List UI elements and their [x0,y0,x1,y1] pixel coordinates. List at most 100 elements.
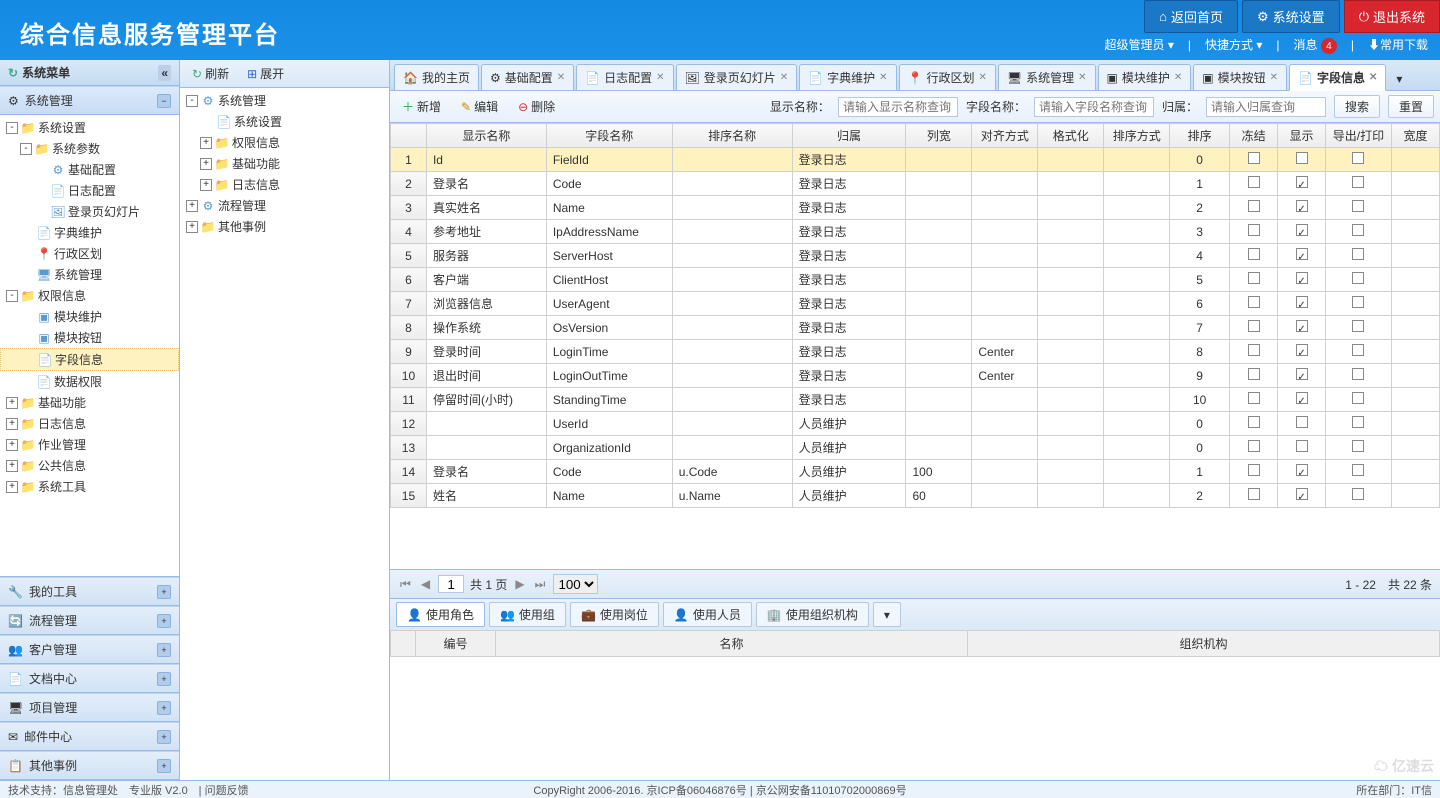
expand-icon[interactable]: - [6,290,18,302]
checkbox[interactable] [1352,248,1364,260]
tree-node[interactable]: +📁基础功能 [180,153,389,174]
expand-icon[interactable]: + [157,730,171,744]
checkbox[interactable] [1248,248,1260,260]
col-header[interactable]: 排序方式 [1104,124,1170,148]
checkbox[interactable] [1352,176,1364,188]
checkbox[interactable] [1296,440,1308,452]
close-icon[interactable]: ✕ [1078,72,1086,83]
checkbox[interactable] [1248,440,1260,452]
expand-icon[interactable]: + [200,158,212,170]
close-icon[interactable]: ✕ [978,72,986,83]
search-display-name[interactable] [838,97,958,117]
bottom-tab[interactable]: 👥使用组 [489,602,566,627]
col-header[interactable]: 冻结 [1230,124,1278,148]
table-row[interactable]: 8操作系统OsVersion登录日志7 [391,316,1440,340]
expand-icon[interactable]: + [6,418,18,430]
checkbox[interactable] [1352,272,1364,284]
checkbox[interactable] [1352,296,1364,308]
accordion-item[interactable]: 📄文档中心+ [0,664,179,693]
checkbox[interactable] [1248,200,1260,212]
tab[interactable]: ▣模块维护✕ [1098,64,1192,90]
checkbox[interactable] [1352,320,1364,332]
expand-icon[interactable]: + [6,481,18,493]
close-icon[interactable]: ✕ [879,72,887,83]
table-row[interactable]: 11停留时间(小时)StandingTime登录日志10 [391,388,1440,412]
col-header[interactable]: 列宽 [906,124,972,148]
table-row[interactable]: 6客户端ClientHost登录日志5 [391,268,1440,292]
table-row[interactable]: 4参考地址IpAddressName登录日志3 [391,220,1440,244]
accordion-system[interactable]: ⚙ 系统管理 − [0,86,179,115]
add-button[interactable]: ＋新增 [396,96,447,117]
checkbox[interactable] [1352,392,1364,404]
tab[interactable]: ⚙基础配置✕ [481,64,574,90]
tree-node[interactable]: +📁日志信息 [0,413,179,434]
checkbox[interactable] [1352,344,1364,356]
table-row[interactable]: 7浏览器信息UserAgent登录日志6 [391,292,1440,316]
search-field-name[interactable] [1034,97,1154,117]
col-header[interactable]: 排序 [1170,124,1230,148]
expand-icon[interactable]: + [200,137,212,149]
page-input[interactable] [438,575,464,593]
col-header[interactable]: 排序名称 [672,124,792,148]
tree-node[interactable]: +📁公共信息 [0,455,179,476]
table-row[interactable]: 5服务器ServerHost登录日志4 [391,244,1440,268]
checkbox[interactable] [1352,488,1364,500]
checkbox[interactable] [1296,416,1308,428]
checkbox[interactable] [1296,464,1308,476]
checkbox[interactable] [1248,368,1260,380]
exit-button[interactable]: ⏻退出系统 [1344,0,1440,33]
refresh-button[interactable]: ↻刷新 [186,63,235,84]
user-role[interactable]: 超级管理员 ▾ [1104,36,1173,53]
close-icon[interactable]: ✕ [557,72,565,83]
tab-menu-icon[interactable]: ▾ [1388,68,1410,90]
page-size-select[interactable]: 100 [553,574,598,594]
expand-icon[interactable]: + [157,759,171,773]
tree-node[interactable]: -⚙系统管理 [180,90,389,111]
checkbox[interactable] [1248,320,1260,332]
page-first-icon[interactable]: ⏮ [398,577,413,592]
search-category[interactable] [1206,97,1326,117]
col-header[interactable]: 格式化 [1038,124,1104,148]
settings-button[interactable]: ⚙系统设置 [1242,0,1340,33]
expand-button[interactable]: ⊞展开 [241,63,290,84]
tree-node[interactable]: +📁其他事例 [180,216,389,237]
checkbox[interactable] [1248,152,1260,164]
page-last-icon[interactable]: ⏭ [533,577,548,592]
tab[interactable]: 📄字典维护✕ [799,64,896,90]
delete-button[interactable]: ⊖删除 [512,96,561,117]
checkbox[interactable] [1296,344,1308,356]
col-header[interactable]: 归属 [792,124,906,148]
expand-icon[interactable]: + [157,643,171,657]
expand-icon[interactable]: + [157,614,171,628]
checkbox[interactable] [1296,224,1308,236]
expand-icon[interactable]: + [6,460,18,472]
checkbox[interactable] [1352,416,1364,428]
checkbox[interactable] [1296,200,1308,212]
home-button[interactable]: ⌂返回首页 [1144,0,1238,33]
table-row[interactable]: 1IdFieldId登录日志0 [391,148,1440,172]
accordion-item[interactable]: 👥客户管理+ [0,635,179,664]
bottom-tab[interactable]: 👤使用人员 [663,602,752,627]
checkbox[interactable] [1248,416,1260,428]
checkbox[interactable] [1352,200,1364,212]
accordion-item[interactable]: 🖥项目管理+ [0,693,179,722]
checkbox[interactable] [1248,392,1260,404]
checkbox[interactable] [1296,248,1308,260]
close-icon[interactable]: ✕ [780,72,788,83]
accordion-item[interactable]: 📋其他事例+ [0,751,179,780]
checkbox[interactable] [1248,224,1260,236]
tree-node[interactable]: 🖼登录页幻灯片 [0,201,179,222]
bottom-tab[interactable]: 💼使用岗位 [570,602,659,627]
expand-icon[interactable]: + [186,221,198,233]
checkbox[interactable] [1352,224,1364,236]
page-next-icon[interactable]: ▶ [513,577,526,591]
checkbox[interactable] [1296,320,1308,332]
tab[interactable]: 📄日志配置✕ [576,64,673,90]
tree-node[interactable]: 📄日志配置 [0,180,179,201]
tree-node[interactable]: +⚙流程管理 [180,195,389,216]
expand-icon[interactable]: - [186,95,198,107]
tab[interactable]: 📍行政区划✕ [899,64,996,90]
tree-node[interactable]: -📁权限信息 [0,285,179,306]
tab-menu-icon[interactable]: ▾ [873,602,901,627]
expand-icon[interactable]: + [6,397,18,409]
